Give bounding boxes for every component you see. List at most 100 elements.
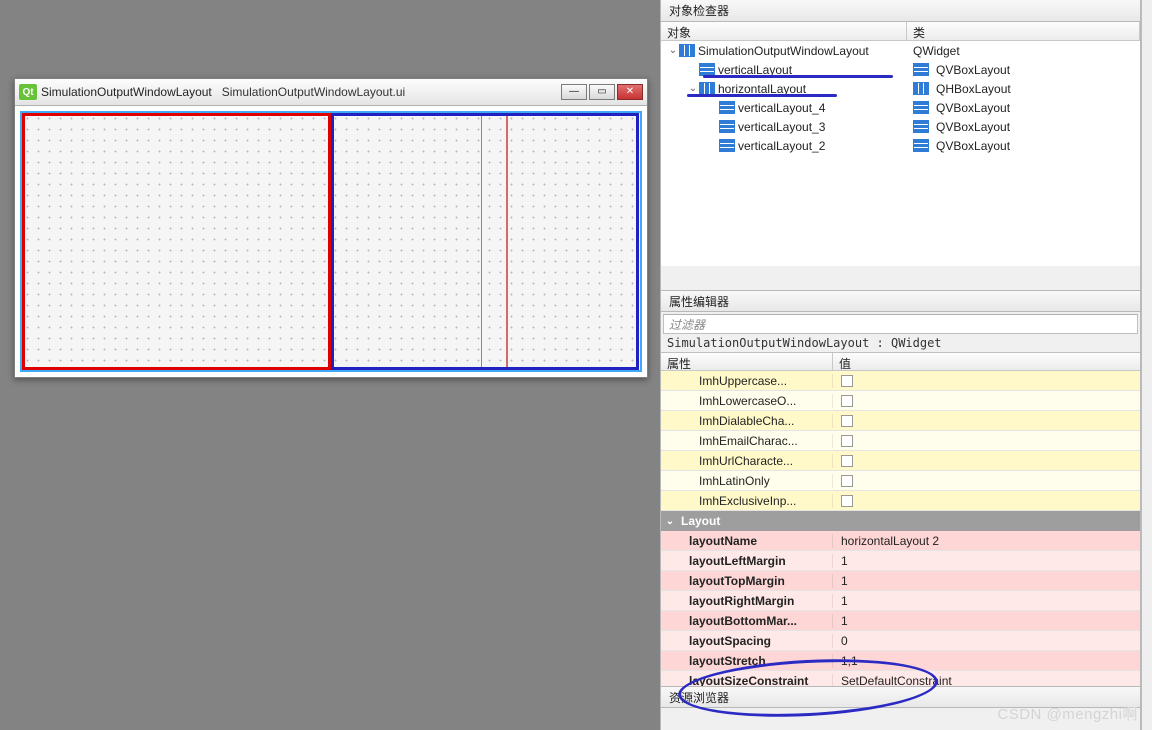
prop-key: ImhUrlCharacte... — [661, 454, 833, 468]
prop-key: layoutTopMargin — [661, 574, 833, 588]
resource-browser-header[interactable]: 资源浏览器 — [661, 686, 1140, 708]
prop-row-ImhLatinOnly[interactable]: ImhLatinOnly — [661, 471, 1140, 491]
prop-row-layoutRightMargin[interactable]: layoutRightMargin1 — [661, 591, 1140, 611]
maximize-button[interactable]: ▭ — [589, 84, 615, 100]
prop-key: layoutBottomMar... — [661, 614, 833, 628]
vbox-layout-icon — [913, 63, 929, 77]
prop-key: ImhDialableCha... — [661, 414, 833, 428]
preview-title: SimulationOutputWindowLayout — [41, 85, 212, 99]
col-class[interactable]: 类 — [907, 22, 1140, 40]
collapse-icon[interactable]: ⌄ — [661, 516, 679, 527]
window-scrollbar[interactable] — [1141, 0, 1152, 730]
object-inspector-title: 对象检查器 — [669, 2, 729, 19]
prop-key: ImhEmailCharac... — [661, 434, 833, 448]
hbox-layout-icon — [679, 44, 695, 58]
property-table[interactable]: ImhUppercase... ImhLowercaseO... ImhDialab… — [661, 371, 1140, 708]
prop-value[interactable]: 1,1 — [833, 654, 1140, 668]
tree-item-class: QVBoxLayout — [936, 120, 1010, 134]
prop-value[interactable]: 1 — [833, 574, 1140, 588]
prop-value[interactable]: horizontalLayout 2 — [833, 534, 1140, 548]
tree-row-verticalLayout_3[interactable]: verticalLayout_3 QVBoxLayout — [661, 117, 1140, 136]
prop-value[interactable]: 1 — [833, 614, 1140, 628]
tree-row-SimulationOutputWindowLayout[interactable]: ⌄ SimulationOutputWindowLayout QWidget — [661, 41, 1140, 60]
checkbox[interactable] — [841, 415, 853, 427]
tree-item-class: QHBoxLayout — [936, 82, 1011, 96]
vbox-layout-icon — [913, 139, 929, 153]
vbox-layout-icon — [913, 101, 929, 115]
tree-item-class: QVBoxLayout — [936, 139, 1010, 153]
prop-row-layoutSpacing[interactable]: layoutSpacing0 — [661, 631, 1140, 651]
vbox-layout-icon — [719, 101, 735, 115]
vbox-layout-icon — [719, 120, 735, 134]
tree-row-verticalLayout_2[interactable]: verticalLayout_2 QVBoxLayout — [661, 136, 1140, 155]
prop-key: layoutStretch — [661, 654, 833, 668]
tree-item-label: verticalLayout_4 — [738, 101, 825, 115]
col-val[interactable]: 值 — [833, 353, 1140, 370]
tree-item-label: SimulationOutputWindowLayout — [698, 44, 869, 58]
tree-item-label: verticalLayout_2 — [738, 139, 825, 153]
tree-item-class: QVBoxLayout — [936, 63, 1010, 77]
prop-row-layoutTopMargin[interactable]: layoutTopMargin1 — [661, 571, 1140, 591]
prop-row-ImhEmailCharac...[interactable]: ImhEmailCharac... — [661, 431, 1140, 451]
verticalLayout_4-region[interactable] — [334, 116, 482, 367]
hbox-layout-icon — [913, 82, 929, 96]
prop-row-ImhExclusiveInp...[interactable]: ImhExclusiveInp... — [661, 491, 1140, 511]
resource-browser-title: 资源浏览器 — [669, 689, 729, 706]
expand-icon[interactable]: ⌄ — [687, 83, 699, 94]
object-inspector-columns: 对象 类 — [661, 22, 1140, 41]
tree-item-class: QVBoxLayout — [936, 101, 1010, 115]
checkbox[interactable] — [841, 455, 853, 467]
property-editor-title: 属性编辑器 — [669, 293, 729, 310]
minimize-button[interactable]: — — [561, 84, 587, 100]
verticalLayout_2-region[interactable] — [507, 116, 636, 367]
property-columns: 属性 值 — [661, 352, 1140, 371]
prop-key: layoutLeftMargin — [661, 554, 833, 568]
tree-item-label: verticalLayout_3 — [738, 120, 825, 134]
prop-row-ImhUrlCharacte...[interactable]: ImhUrlCharacte... — [661, 451, 1140, 471]
property-context: SimulationOutputWindowLayout : QWidget — [661, 334, 1140, 352]
qt-icon: Qt — [19, 84, 37, 100]
tree-row-verticalLayout_4[interactable]: verticalLayout_4 QVBoxLayout — [661, 98, 1140, 117]
prop-key: ImhExclusiveInp... — [661, 494, 833, 508]
checkbox[interactable] — [841, 475, 853, 487]
prop-row-layoutLeftMargin[interactable]: layoutLeftMargin1 — [661, 551, 1140, 571]
tree-row-verticalLayout[interactable]: verticalLayoutQVBoxLayout — [661, 60, 1140, 79]
verticalLayout-region[interactable] — [22, 113, 331, 370]
prop-value[interactable]: 1 — [833, 554, 1140, 568]
prop-row-layoutBottomMar...[interactable]: layoutBottomMar...1 — [661, 611, 1140, 631]
tree-item-class: QWidget — [913, 44, 960, 58]
expand-icon[interactable]: ⌄ — [667, 45, 679, 56]
prop-key: ImhLowercaseO... — [661, 394, 833, 408]
prop-row-ImhLowercaseO...[interactable]: ImhLowercaseO... — [661, 391, 1140, 411]
prop-key: layoutSpacing — [661, 634, 833, 648]
prop-row-ImhUppercase...[interactable]: ImhUppercase... — [661, 371, 1140, 391]
checkbox[interactable] — [841, 375, 853, 387]
col-prop[interactable]: 属性 — [661, 353, 833, 370]
horizontalLayout-region[interactable] — [331, 113, 640, 370]
checkbox[interactable] — [841, 435, 853, 447]
checkbox[interactable] — [841, 395, 853, 407]
preview-titlebar[interactable]: Qt SimulationOutputWindowLayout Simulati… — [15, 79, 647, 106]
close-button[interactable]: ✕ — [617, 84, 643, 100]
checkbox[interactable] — [841, 495, 853, 507]
prop-group-label: Layout — [679, 514, 1140, 528]
prop-row-ImhDialableCha...[interactable]: ImhDialableCha... — [661, 411, 1140, 431]
prop-group-layout[interactable]: ⌄Layout — [661, 511, 1140, 531]
vbox-layout-icon — [913, 120, 929, 134]
preview-body[interactable] — [20, 111, 642, 372]
col-object[interactable]: 对象 — [661, 22, 907, 40]
verticalLayout_3-region[interactable] — [481, 116, 507, 367]
right-panels: 对象检查器 对象 类 ⌄ SimulationOutputWindowLayout… — [660, 0, 1141, 730]
prop-row-layoutName[interactable]: layoutNamehorizontalLayout 2 — [661, 531, 1140, 551]
object-tree[interactable]: ⌄ SimulationOutputWindowLayout QWidget vert… — [661, 41, 1140, 266]
property-filter-input[interactable]: 过滤器 — [663, 314, 1138, 334]
prop-key: ImhLatinOnly — [661, 474, 833, 488]
prop-key: ImhUppercase... — [661, 374, 833, 388]
property-editor-header: 属性编辑器 — [661, 290, 1140, 312]
preview-window[interactable]: Qt SimulationOutputWindowLayout Simulati… — [14, 78, 648, 378]
prop-value[interactable]: 1 — [833, 594, 1140, 608]
tree-row-horizontalLayout[interactable]: ⌄horizontalLayoutQHBoxLayout — [661, 79, 1140, 98]
prop-row-layoutStretch[interactable]: layoutStretch1,1 — [661, 651, 1140, 671]
prop-key: layoutName — [661, 534, 833, 548]
prop-value[interactable]: 0 — [833, 634, 1140, 648]
